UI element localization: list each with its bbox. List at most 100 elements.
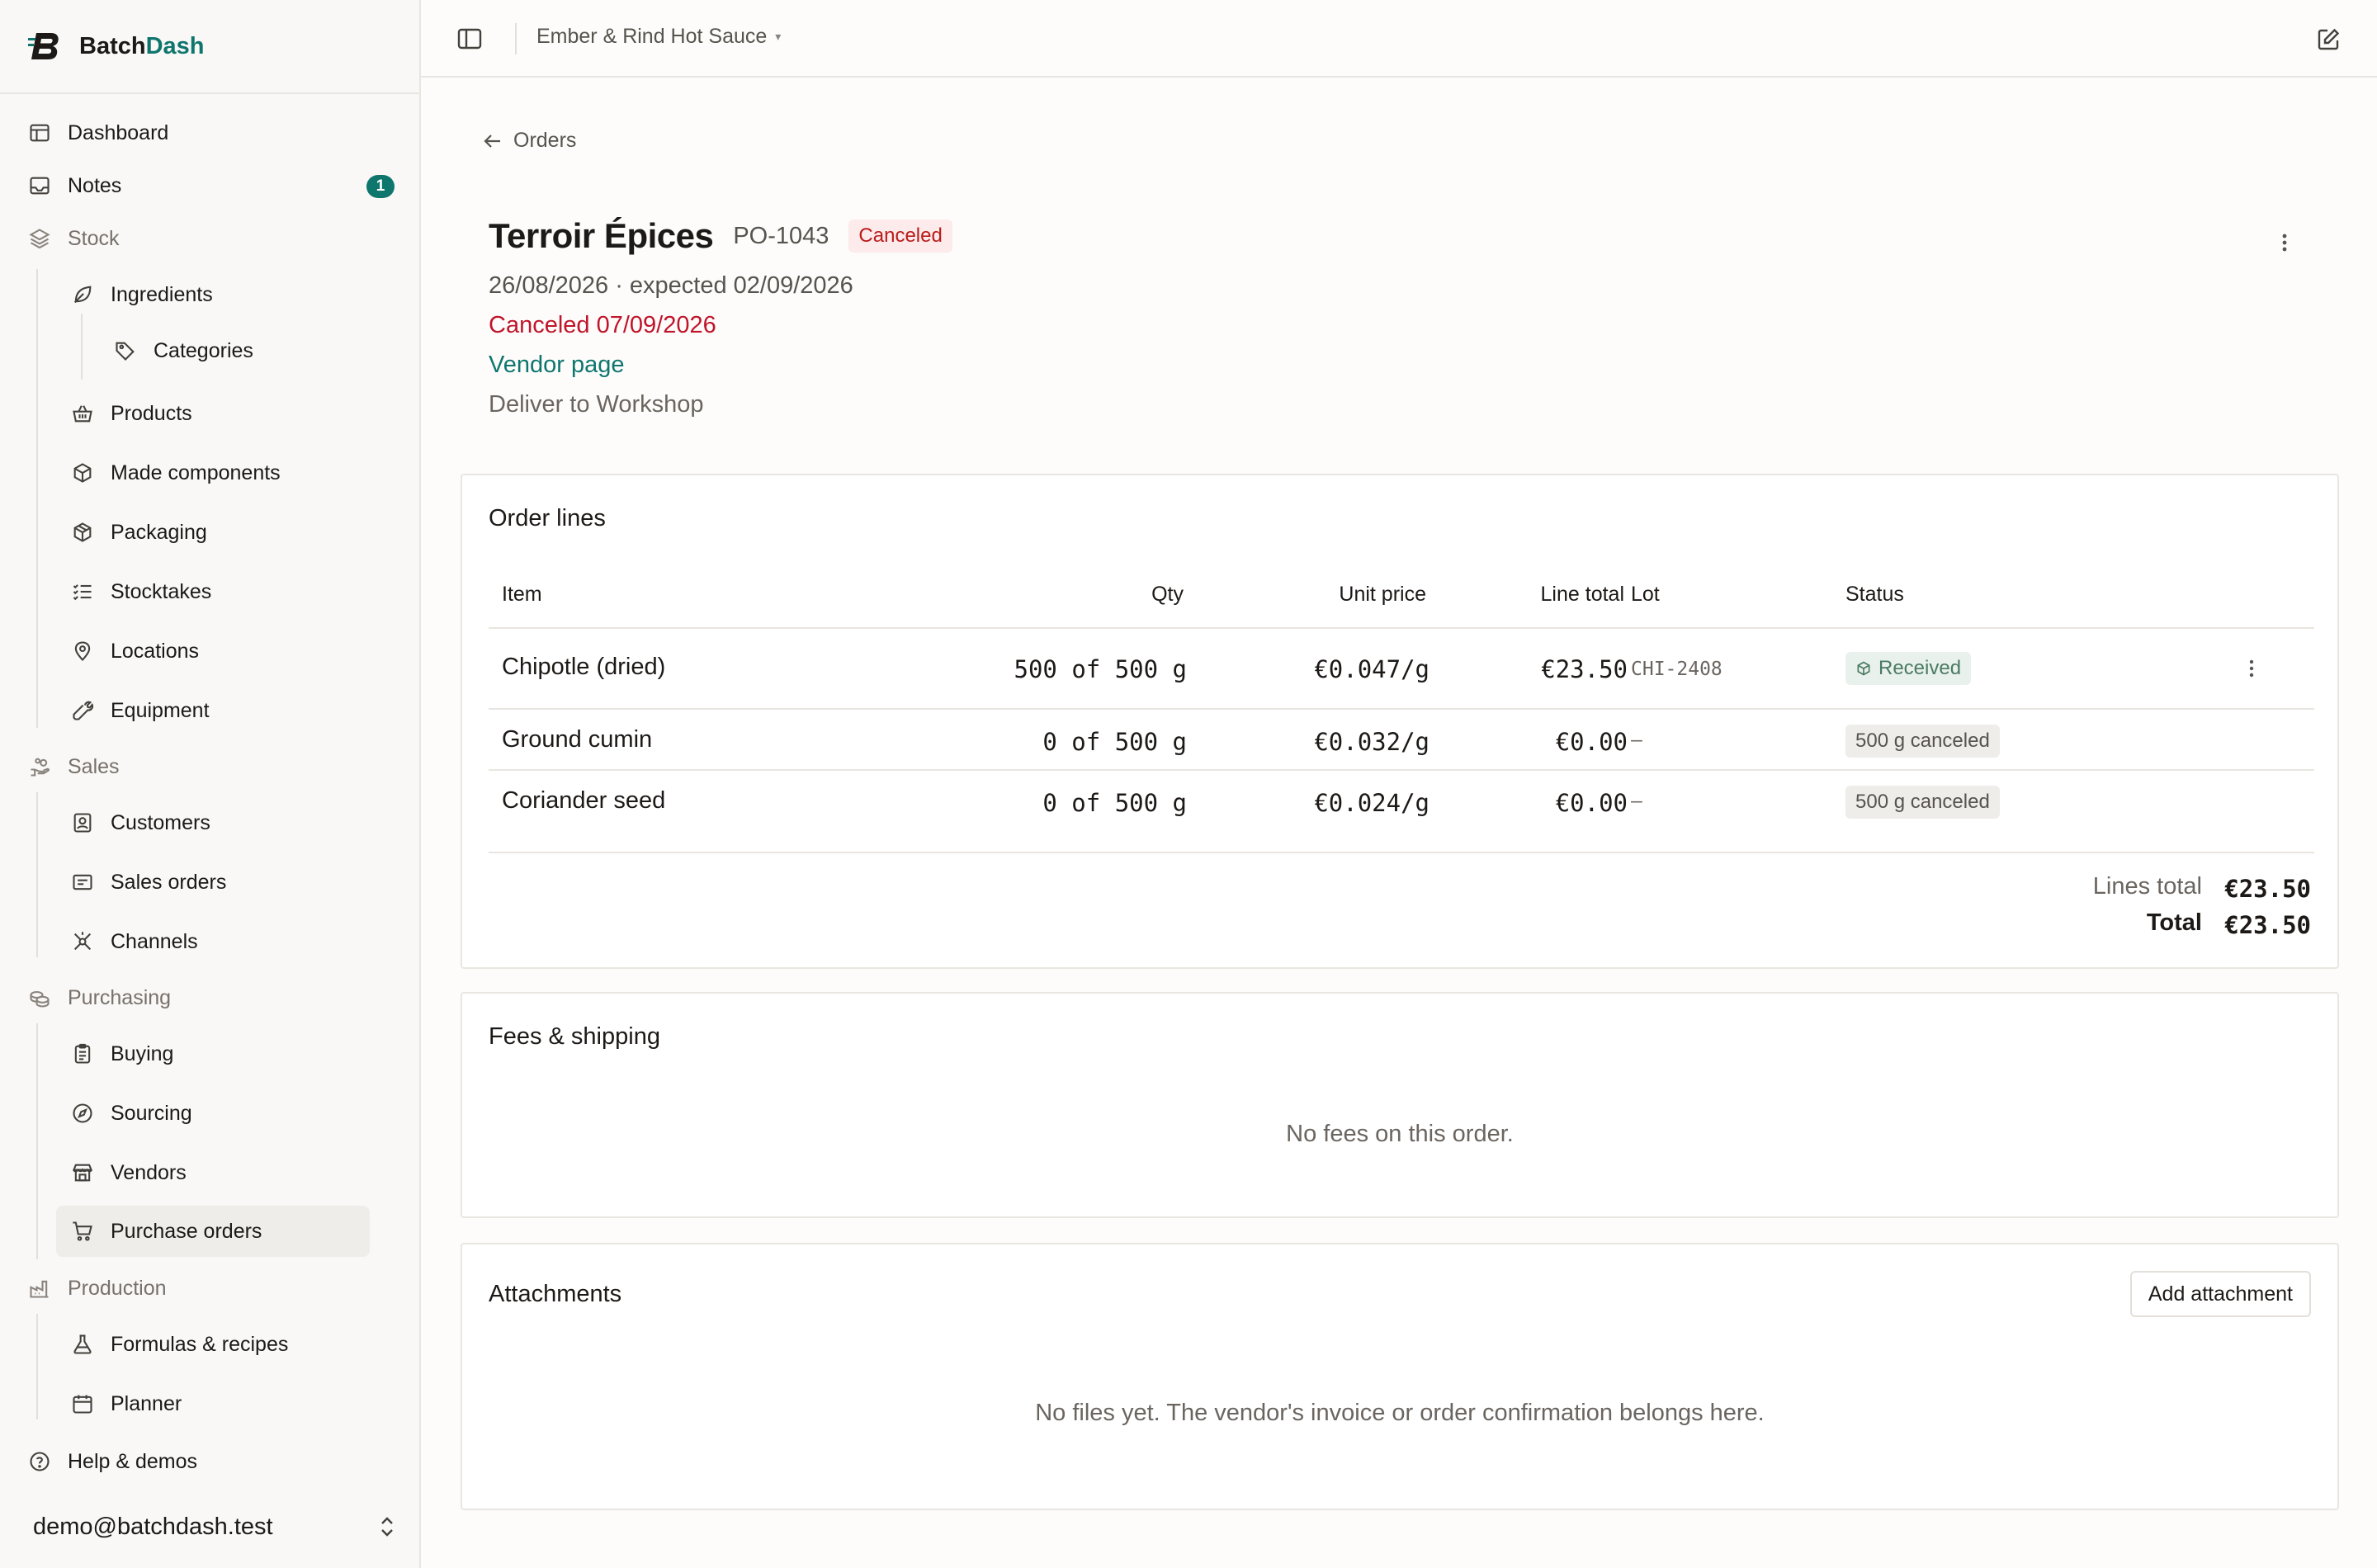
sidebar-item-vendors[interactable]: Vendors (71, 1150, 187, 1196)
sidebar-item-made-components[interactable]: Made components (71, 450, 281, 496)
attachments-card: Attachments Add attachment No files yet.… (461, 1243, 2339, 1510)
back-label: Orders (513, 129, 577, 152)
col-header-qty: Qty (1151, 583, 1184, 606)
sidebar-item-planner[interactable]: Planner (71, 1381, 182, 1427)
col-header-item: Item (502, 583, 542, 606)
sidebar-item-label: Customers (111, 810, 210, 834)
sidebar-item-label: Purchasing (68, 985, 172, 1009)
sidebar-item-label: Made components (111, 460, 281, 484)
tree-line-sales (36, 792, 38, 957)
sidebar-item-customers[interactable]: Customers (71, 800, 210, 846)
sidebar-item-label: Sales orders (111, 870, 227, 894)
receipt-icon (71, 871, 94, 894)
sidebar-section-stock[interactable]: Stock (28, 215, 120, 262)
line-status-badge: 500 g canceled (1845, 786, 2000, 819)
sidebar-section-sales[interactable]: Sales (28, 744, 120, 790)
add-attachment-button[interactable]: Add attachment (2129, 1271, 2311, 1317)
leaf-icon (71, 283, 94, 306)
sidebar-toggle-icon[interactable] (457, 27, 482, 50)
company-switcher[interactable]: Ember & Rind Hot Sauce ▾ (536, 25, 781, 49)
edit-icon[interactable] (2316, 27, 2341, 52)
sidebar-item-label: Vendors (111, 1160, 187, 1184)
line-lot: – (1631, 791, 1642, 812)
back-to-orders-link[interactable]: Orders (482, 129, 576, 153)
help-icon (28, 1450, 51, 1473)
vendor-page-link[interactable]: Vendor page (489, 352, 624, 379)
sidebar-item-channels[interactable]: Channels (71, 919, 198, 965)
fees-empty-text: No fees on this order. (1286, 1121, 1514, 1147)
tag-icon (114, 339, 137, 362)
tree-line-purchasing (36, 1023, 38, 1259)
cart-icon (71, 1220, 94, 1243)
line-total: €23.50 (1541, 655, 1628, 683)
sidebar-item-label: Equipment (111, 698, 210, 722)
order-more-icon[interactable] (2275, 229, 2294, 256)
fees-shipping-card: Fees & shipping No fees on this order. (461, 992, 2339, 1218)
user-email: demo@batchdash.test (33, 1513, 273, 1540)
table-row: Chipotle (dried) 500 of 500 g €0.047/g €… (489, 627, 2314, 708)
network-icon (71, 930, 94, 953)
sidebar-section-production[interactable]: Production (28, 1265, 167, 1311)
sidebar-item-packaging[interactable]: Packaging (71, 509, 207, 555)
line-item-name: Ground cumin (502, 726, 653, 753)
sidebar-item-dashboard[interactable]: Dashboard (28, 110, 168, 156)
col-header-line-total: Line total (1540, 583, 1624, 606)
line-total: €0.00 (1555, 789, 1628, 817)
lines-total-label: Lines total (2092, 873, 2202, 900)
coins-icon (28, 986, 51, 1009)
layout-icon (28, 121, 51, 144)
store-icon (71, 1161, 94, 1184)
tree-line-production (36, 1314, 38, 1419)
tree-line-ingredients (81, 314, 83, 380)
sidebar-item-label: Dashboard (68, 120, 169, 144)
brand[interactable]: BatchDash (28, 25, 205, 68)
sidebar-item-buying[interactable]: Buying (71, 1031, 173, 1077)
sidebar-item-notes[interactable]: Notes (28, 163, 121, 209)
attachments-title: Attachments (489, 1281, 622, 1307)
sidebar-item-label: Packaging (111, 520, 207, 544)
batchdash-logo-icon (28, 33, 59, 59)
sidebar-item-sourcing[interactable]: Sourcing (71, 1090, 192, 1136)
sidebar-item-locations[interactable]: Locations (71, 628, 199, 674)
checklist-icon (71, 580, 94, 603)
sidebar-item-label: Stocktakes (111, 579, 212, 603)
sidebar-item-categories[interactable]: Categories (114, 328, 253, 374)
line-unit-price: €0.032/g (1314, 728, 1430, 756)
line-qty: 500 of 500 g (1014, 655, 1187, 683)
sidebar-item-purchase-orders[interactable]: Purchase orders (56, 1206, 370, 1257)
clipboard-icon (71, 1042, 94, 1065)
sidebar-item-equipment[interactable]: Equipment (71, 687, 210, 734)
canceled-date: Canceled 07/09/2026 (489, 312, 716, 338)
sidebar-item-label: Stock (68, 226, 120, 250)
sidebar-item-label: Products (111, 401, 192, 425)
user-menu[interactable]: demo@batchdash.test (33, 1504, 396, 1550)
row-more-icon[interactable] (2243, 657, 2260, 680)
line-qty: 0 of 500 g (1042, 728, 1187, 756)
line-unit-price: €0.047/g (1314, 655, 1430, 683)
sidebar-item-label: Planner (111, 1391, 182, 1415)
contact-icon (71, 811, 94, 834)
sidebar-item-stocktakes[interactable]: Stocktakes (71, 569, 211, 615)
line-item-name: Coriander seed (502, 787, 666, 814)
sidebar-section-purchasing[interactable]: Purchasing (28, 975, 171, 1021)
company-name: Ember & Rind Hot Sauce (536, 25, 768, 48)
col-header-lot: Lot (1631, 583, 1660, 606)
sidebar-item-label: Ingredients (111, 282, 213, 306)
brand-name: BatchDash (79, 32, 205, 59)
sidebar-item-help-demos[interactable]: Help & demos (28, 1438, 197, 1485)
order-title-row: Terroir Épices PO-1043 Canceled (489, 216, 952, 256)
sidebar-item-label: Production (68, 1276, 167, 1300)
calendar-icon (71, 1392, 94, 1415)
sidebar-item-formulas-recipes[interactable]: Formulas & recipes (71, 1321, 288, 1367)
brand-divider (0, 92, 419, 94)
sidebar-item-label: Locations (111, 639, 200, 663)
sidebar-item-sales-orders[interactable]: Sales orders (71, 859, 226, 905)
table-row: Coriander seed 0 of 500 g €0.024/g €0.00… (489, 769, 2314, 848)
order-lines-title: Order lines (489, 505, 606, 531)
basket-icon (71, 402, 94, 425)
sidebar-item-ingredients[interactable]: Ingredients (71, 272, 213, 318)
sidebar-item-label: Channels (111, 929, 198, 953)
status-badge: Canceled (848, 220, 952, 253)
compass-icon (71, 1102, 94, 1125)
sidebar-item-products[interactable]: Products (71, 390, 192, 437)
